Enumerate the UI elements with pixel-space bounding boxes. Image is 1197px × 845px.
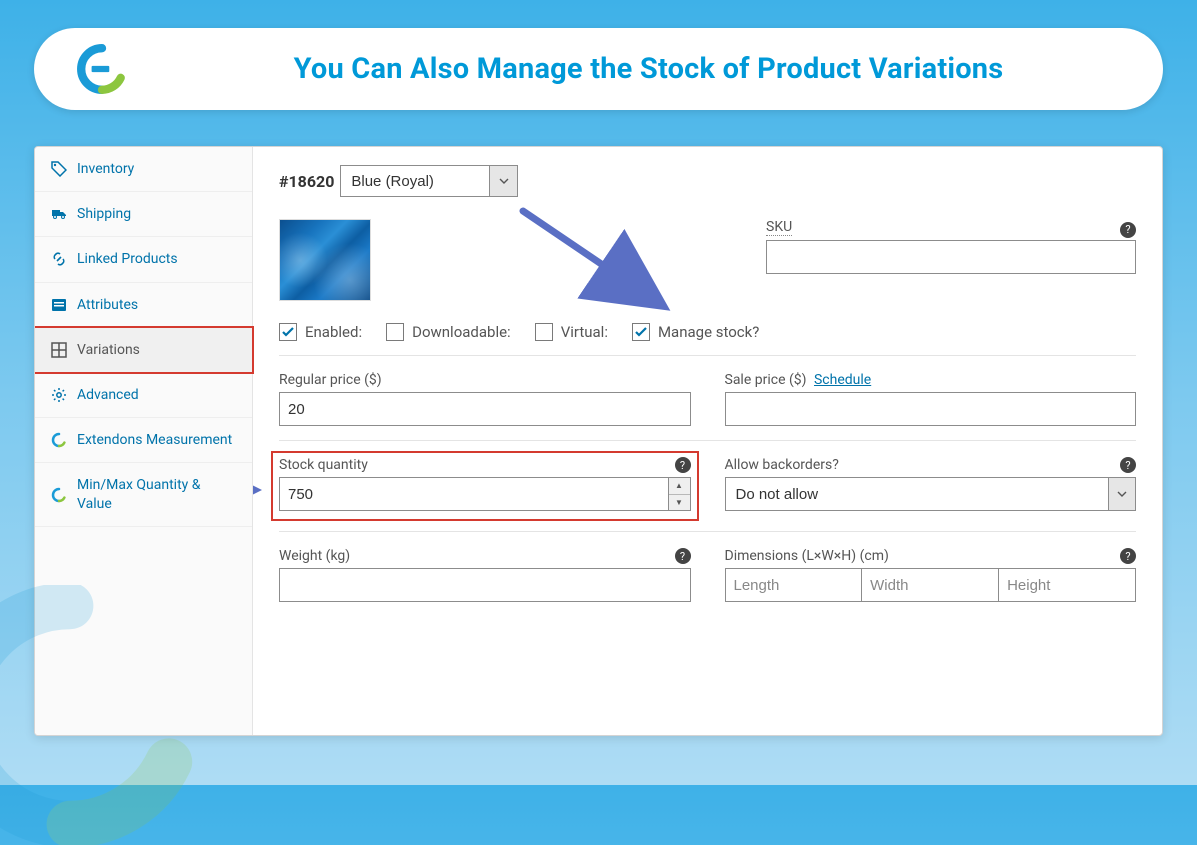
help-icon[interactable]: ?	[675, 548, 691, 564]
extendons-icon	[51, 432, 67, 448]
chevron-down-icon	[1108, 477, 1136, 511]
variation-content: #18620 Blue (Royal) SKU ?	[253, 147, 1162, 735]
checkbox-icon	[386, 323, 404, 341]
grid-icon	[51, 342, 67, 358]
sidebar-item-extendons-measurement[interactable]: Extendons Measurement	[35, 418, 252, 463]
variation-color-select[interactable]: Blue (Royal)	[340, 165, 490, 197]
sidebar-item-shipping[interactable]: Shipping	[35, 192, 252, 237]
sku-input[interactable]	[766, 240, 1136, 274]
sku-label: SKU	[766, 219, 792, 236]
variation-thumbnail[interactable]	[279, 219, 371, 301]
truck-icon	[51, 206, 67, 222]
downloadable-checkbox[interactable]: Downloadable:	[386, 323, 511, 341]
stock-qty-label: Stock quantity	[279, 457, 368, 473]
header: You Can Also Manage the Stock of Product…	[34, 28, 1163, 110]
regular-price-label: Regular price ($)	[279, 372, 382, 388]
schedule-link[interactable]: Schedule	[814, 372, 871, 388]
gear-icon	[51, 387, 67, 403]
sidebar-item-label: Min/Max Quantity & Value	[77, 476, 236, 512]
backorders-select[interactable]: Do not allow	[725, 477, 1109, 511]
sale-price-label: Sale price ($)	[725, 372, 807, 388]
divider	[279, 355, 1136, 356]
width-input[interactable]	[862, 568, 999, 602]
sidebar-item-advanced[interactable]: Advanced	[35, 373, 252, 418]
sale-price-input[interactable]	[725, 392, 1137, 426]
product-data-panel: Inventory Shipping Linked Products Attri…	[34, 146, 1163, 736]
backorders-label: Allow backorders?	[725, 457, 839, 473]
sidebar-item-attributes[interactable]: Attributes	[35, 283, 252, 328]
chevron-down-icon	[490, 165, 518, 197]
sidebar-item-label: Inventory	[77, 160, 134, 178]
sidebar-item-label: Linked Products	[77, 250, 178, 268]
variation-id: #18620	[279, 172, 334, 191]
dimensions-label: Dimensions (L×W×H) (cm)	[725, 548, 889, 564]
stock-qty-input[interactable]	[279, 477, 691, 511]
list-icon	[51, 297, 67, 313]
sidebar-item-label: Advanced	[77, 386, 139, 404]
extendons-logo	[76, 43, 128, 95]
height-input[interactable]	[999, 568, 1136, 602]
sidebar-item-variations[interactable]: Variations	[35, 328, 252, 373]
number-spinner[interactable]: ▲ ▼	[668, 478, 690, 510]
checkbox-label: Downloadable:	[412, 323, 511, 341]
weight-input[interactable]	[279, 568, 691, 602]
spinner-down-icon[interactable]: ▼	[669, 495, 690, 511]
sidebar-item-label: Extendons Measurement	[77, 431, 232, 449]
sidebar-item-label: Shipping	[77, 205, 131, 223]
sidebar-item-linked[interactable]: Linked Products	[35, 237, 252, 282]
checkbox-label: Enabled:	[305, 323, 362, 341]
sidebar-item-label: Variations	[77, 341, 140, 359]
extendons-icon	[51, 487, 67, 503]
regular-price-input[interactable]	[279, 392, 691, 426]
link-icon	[51, 251, 67, 267]
sidebar-item-label: Attributes	[77, 296, 138, 314]
weight-label: Weight (kg)	[279, 548, 350, 564]
enabled-checkbox[interactable]: Enabled:	[279, 323, 362, 341]
help-icon[interactable]: ?	[1120, 548, 1136, 564]
checkbox-label: Manage stock?	[658, 323, 759, 341]
checkbox-icon	[535, 323, 553, 341]
divider	[279, 531, 1136, 532]
checkbox-icon	[279, 323, 297, 341]
manage-stock-checkbox[interactable]: Manage stock?	[632, 323, 759, 341]
page-title: You Can Also Manage the Stock of Product…	[176, 52, 1121, 86]
sidebar: Inventory Shipping Linked Products Attri…	[35, 147, 253, 735]
help-icon[interactable]: ?	[675, 457, 691, 473]
divider	[279, 440, 1136, 441]
arrow-annotation-icon	[253, 475, 263, 505]
help-icon[interactable]: ?	[1120, 457, 1136, 473]
checkbox-icon	[632, 323, 650, 341]
spinner-up-icon[interactable]: ▲	[669, 478, 690, 495]
checkbox-label: Virtual:	[561, 323, 608, 341]
sidebar-item-minmax[interactable]: Min/Max Quantity & Value	[35, 463, 252, 526]
help-icon[interactable]: ?	[1120, 222, 1136, 238]
tag-icon	[51, 161, 67, 177]
virtual-checkbox[interactable]: Virtual:	[535, 323, 608, 341]
length-input[interactable]	[725, 568, 863, 602]
sidebar-item-inventory[interactable]: Inventory	[35, 147, 252, 192]
